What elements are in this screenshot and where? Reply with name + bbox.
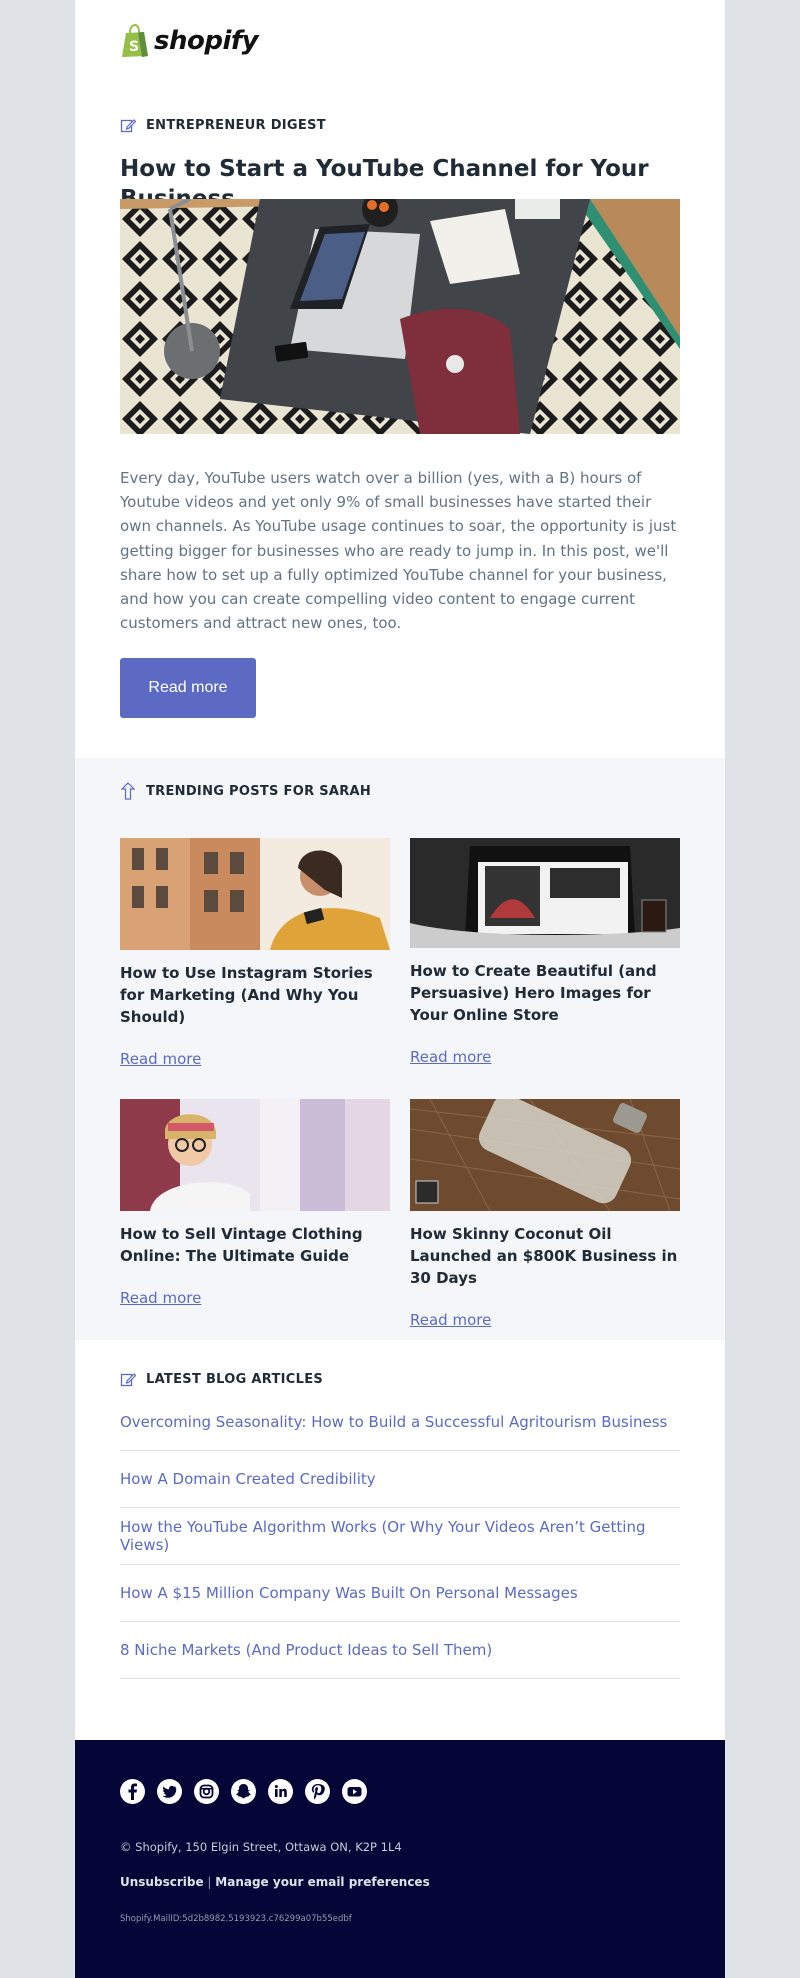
instagram-icon[interactable]	[194, 1779, 219, 1804]
shopping-bag-icon: S	[122, 24, 148, 57]
blog-article-link[interactable]: How A Domain Created Credibility	[120, 1470, 376, 1488]
card-read-more-link[interactable]: Read more	[120, 1289, 201, 1307]
trending-card: How to Create Beautiful (and Persuasive)…	[410, 838, 680, 1066]
card-title[interactable]: How to Create Beautiful (and Persuasive)…	[410, 960, 680, 1026]
card-image[interactable]	[120, 838, 390, 950]
digest-label: ENTREPRENEUR DIGEST	[146, 117, 326, 133]
edit-icon	[120, 1373, 136, 1387]
read-more-button[interactable]: Read more	[120, 658, 256, 718]
link-separator: |	[207, 1875, 212, 1889]
email-container: S shopify ENTREPRENEUR DIGEST How to Sta…	[75, 0, 725, 1978]
logo-wordmark: shopify	[154, 26, 259, 56]
social-links	[120, 1779, 379, 1804]
unsubscribe-link[interactable]: Unsubscribe	[120, 1875, 204, 1889]
list-item: How A Domain Created Credibility	[120, 1451, 680, 1508]
pinterest-icon[interactable]	[305, 1779, 330, 1804]
facebook-icon[interactable]	[120, 1779, 145, 1804]
card-image[interactable]	[410, 838, 680, 948]
company-address: © Shopify, 150 Elgin Street, Ottawa ON, …	[120, 1840, 402, 1854]
blog-article-link[interactable]: How A $15 Million Company Was Built On P…	[120, 1584, 578, 1602]
trending-card: How to Use Instagram Stories for Marketi…	[120, 838, 390, 1068]
trending-arrow-icon	[120, 782, 136, 800]
trending-header: TRENDING POSTS FOR SARAH	[120, 782, 371, 800]
card-title[interactable]: How to Sell Vintage Clothing Online: The…	[120, 1223, 390, 1267]
card-read-more-link[interactable]: Read more	[120, 1050, 201, 1068]
digest-header: ENTREPRENEUR DIGEST	[120, 117, 326, 133]
shopify-logo[interactable]: S shopify	[120, 24, 259, 58]
blog-article-link[interactable]: How the YouTube Algorithm Works (Or Why …	[120, 1518, 680, 1554]
card-image[interactable]	[410, 1099, 680, 1211]
blog-article-list: Overcoming Seasonality: How to Build a S…	[120, 1394, 680, 1679]
youtube-icon[interactable]	[342, 1779, 367, 1804]
card-image[interactable]	[120, 1099, 390, 1211]
latest-label: LATEST BLOG ARTICLES	[146, 1371, 324, 1387]
svg-text:S: S	[129, 39, 139, 55]
hero-excerpt: Every day, YouTube users watch over a bi…	[120, 469, 677, 633]
trending-card: How Skinny Coconut Oil Launched an $800K…	[410, 1099, 680, 1329]
list-item: How the YouTube Algorithm Works (Or Why …	[120, 1508, 680, 1565]
card-title[interactable]: How Skinny Coconut Oil Launched an $800K…	[410, 1223, 680, 1289]
mail-id: Shopify.MailID:5d2b8982.5193923.c76299a0…	[120, 1914, 352, 1924]
email-preferences: Unsubscribe | Manage your email preferen…	[120, 1875, 430, 1889]
card-read-more-link[interactable]: Read more	[410, 1048, 491, 1066]
edit-icon	[120, 119, 136, 133]
trending-label: TRENDING POSTS FOR SARAH	[146, 783, 372, 799]
list-item: 8 Niche Markets (And Product Ideas to Se…	[120, 1622, 680, 1679]
trending-section: TRENDING POSTS FOR SARAH How to Use Inst…	[75, 758, 725, 1340]
blog-article-link[interactable]: Overcoming Seasonality: How to Build a S…	[120, 1413, 667, 1431]
blog-article-link[interactable]: 8 Niche Markets (And Product Ideas to Se…	[120, 1641, 492, 1659]
manage-preferences-link[interactable]: Manage your email preferences	[215, 1875, 429, 1889]
hero-image[interactable]	[120, 199, 680, 434]
footer: © Shopify, 150 Elgin Street, Ottawa ON, …	[75, 1740, 725, 1978]
list-item: How A $15 Million Company Was Built On P…	[120, 1565, 680, 1622]
twitter-icon[interactable]	[157, 1779, 182, 1804]
card-title[interactable]: How to Use Instagram Stories for Marketi…	[120, 962, 390, 1028]
card-read-more-link[interactable]: Read more	[410, 1311, 491, 1329]
list-item: Overcoming Seasonality: How to Build a S…	[120, 1394, 680, 1451]
latest-header: LATEST BLOG ARTICLES	[120, 1371, 323, 1387]
linkedin-icon[interactable]	[268, 1779, 293, 1804]
trending-card: How to Sell Vintage Clothing Online: The…	[120, 1099, 390, 1307]
snapchat-icon[interactable]	[231, 1779, 256, 1804]
